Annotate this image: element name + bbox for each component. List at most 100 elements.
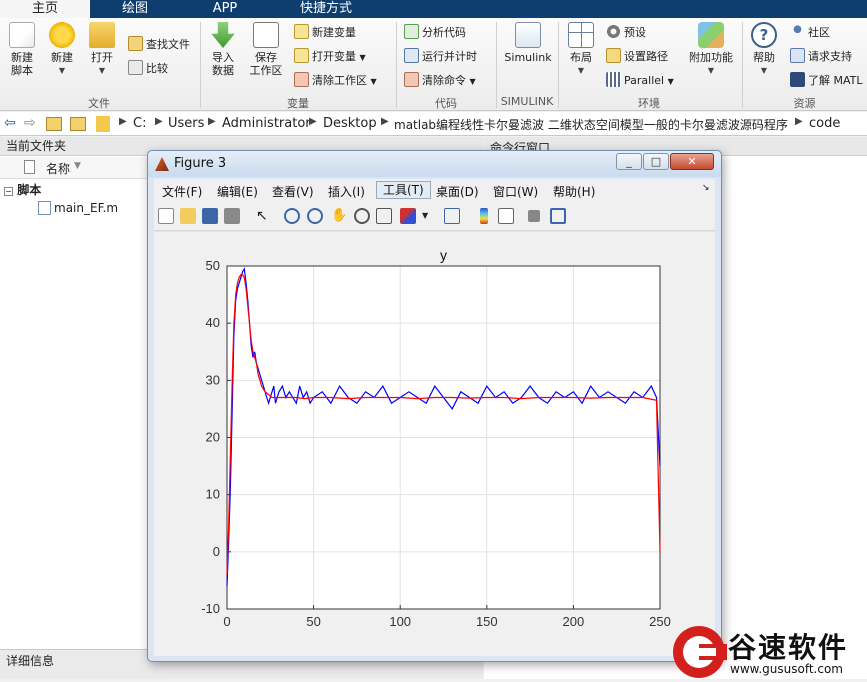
brush-dropdown-icon[interactable]: ▼ xyxy=(422,208,430,224)
save-workspace-icon xyxy=(253,22,279,48)
addons-button[interactable]: 附加功能 ▼ xyxy=(686,22,736,77)
import-label-2: 数据 xyxy=(212,64,234,77)
forward-arrow-icon[interactable]: ⇨ xyxy=(24,115,36,131)
find-files-button[interactable]: 查找文件 xyxy=(128,36,190,54)
line-chart[interactable]: 0 50 100 150 200 250-1001020304050y xyxy=(154,232,715,656)
x-tick-label: 0 xyxy=(223,614,230,629)
run-and-time-icon xyxy=(404,48,419,63)
preferences-button[interactable]: 预设 xyxy=(606,24,646,42)
y-tick-label: 40 xyxy=(206,315,220,330)
menu-edit[interactable]: 编辑(E) xyxy=(217,183,258,200)
simulink-button[interactable]: Simulink xyxy=(502,22,554,64)
link-plot-icon[interactable] xyxy=(444,208,460,224)
save-icon[interactable] xyxy=(202,208,218,224)
back-arrow-icon[interactable]: ⇦ xyxy=(4,115,16,131)
clear-commands-icon xyxy=(404,72,419,87)
breadcrumb-drive[interactable]: C: xyxy=(133,116,146,131)
breadcrumb-code[interactable]: code xyxy=(809,116,840,131)
breadcrumb-project-folder[interactable]: matlab编程线性卡尔曼滤波 二维状态空间模型一般的卡尔曼滤波源码程序 xyxy=(394,116,788,133)
data-cursor-icon[interactable] xyxy=(376,208,392,224)
set-path-icon xyxy=(606,48,621,63)
clear-commands-button[interactable]: 清除命令 ▼ xyxy=(404,72,476,90)
maximize-button[interactable]: □ xyxy=(643,153,669,170)
clear-workspace-button[interactable]: 清除工作区 ▼ xyxy=(294,72,377,90)
save-label-1: 保存 xyxy=(255,51,277,64)
open-dropdown-icon: ▼ xyxy=(98,66,106,75)
pan-hand-icon[interactable]: ✋ xyxy=(331,208,347,224)
pointer-arrow-icon[interactable]: ↖ xyxy=(256,208,272,224)
open-button[interactable]: 打开 ▼ xyxy=(86,22,118,77)
hide-plot-tools-icon[interactable] xyxy=(528,210,540,222)
browse-folder-icon[interactable] xyxy=(70,117,86,131)
help-button[interactable]: ? 帮助 ▼ xyxy=(748,22,780,77)
chart-title: y xyxy=(440,247,447,263)
request-support-button[interactable]: 请求支持 xyxy=(790,48,852,66)
file-type-column-icon[interactable] xyxy=(24,160,35,174)
tab-home[interactable]: 主页 xyxy=(0,0,90,18)
file-row-main-ef[interactable]: main_EF.m xyxy=(38,201,118,215)
new-variable-button[interactable]: 新建变量 xyxy=(294,24,356,42)
new-figure-icon[interactable] xyxy=(158,208,174,224)
breadcrumb-separator-icon: ▶ xyxy=(208,116,216,127)
up-folder-icon[interactable] xyxy=(46,117,62,131)
set-path-button[interactable]: 设置路径 xyxy=(606,48,668,66)
new-script-label-2: 脚本 xyxy=(11,64,33,77)
tab-plots[interactable]: 绘图 xyxy=(90,0,180,18)
file-name-label: main_EF.m xyxy=(54,201,119,215)
sort-down-icon[interactable]: ▼ xyxy=(74,161,81,171)
open-variable-button[interactable]: 打开变量 ▼ xyxy=(294,48,366,66)
tab-shortcuts[interactable]: 快捷方式 xyxy=(270,0,382,18)
show-plot-tools-icon[interactable] xyxy=(550,208,566,224)
rotate-3d-icon[interactable] xyxy=(354,208,370,224)
learn-matlab-icon xyxy=(790,72,805,87)
breadcrumb-separator-icon: ▶ xyxy=(309,116,317,127)
menu-help[interactable]: 帮助(H) xyxy=(553,183,595,200)
community-button[interactable]: 社区 xyxy=(790,24,830,42)
run-and-time-button[interactable]: 运行并计时 xyxy=(404,48,477,66)
breadcrumb-desktop[interactable]: Desktop xyxy=(323,116,377,131)
address-bar: ⇦ ⇨ ▶ C: ▶ Users ▶ Administrator ▶ Deskt… xyxy=(0,112,867,136)
dock-arrow-icon[interactable]: ↘ xyxy=(702,183,710,193)
gususoft-watermark: 谷速软件 www.gususoft.com xyxy=(668,624,867,679)
learn-matlab-label: 了解 MATL xyxy=(808,74,863,87)
tab-apps[interactable]: APP xyxy=(180,0,270,18)
compare-button[interactable]: 比较 xyxy=(128,60,168,78)
print-icon[interactable] xyxy=(224,208,240,224)
menu-desktop[interactable]: 桌面(D) xyxy=(436,183,479,200)
x-tick-label: 50 xyxy=(306,614,320,629)
breadcrumb-administrator[interactable]: Administrator xyxy=(222,116,311,131)
colorbar-icon[interactable] xyxy=(480,208,488,224)
run-and-time-label: 运行并计时 xyxy=(422,50,477,63)
script-group-row[interactable]: − 脚本 xyxy=(4,181,41,198)
breadcrumb-users[interactable]: Users xyxy=(168,116,204,131)
import-data-button[interactable]: 导入 数据 xyxy=(206,22,240,77)
menu-view[interactable]: 查看(V) xyxy=(272,183,314,200)
collapse-icon[interactable]: − xyxy=(4,187,13,196)
clear-workspace-dropdown-icon: ▼ xyxy=(370,77,377,86)
menu-insert[interactable]: 插入(I) xyxy=(328,183,365,200)
analyze-code-button[interactable]: 分析代码 xyxy=(404,24,466,42)
new-script-button[interactable]: 新建 脚本 xyxy=(6,22,38,77)
save-workspace-button[interactable]: 保存 工作区 xyxy=(246,22,286,77)
minimize-button[interactable]: _ xyxy=(616,153,642,170)
menu-file[interactable]: 文件(F) xyxy=(162,183,202,200)
parallel-button[interactable]: Parallel ▼ xyxy=(606,72,674,90)
find-files-icon xyxy=(128,36,143,51)
menu-tools[interactable]: 工具(T) xyxy=(376,181,431,199)
import-arrow-icon xyxy=(211,22,235,48)
brush-icon[interactable] xyxy=(400,208,416,224)
figure-title-bar[interactable]: Figure 3 _ □ ✕ xyxy=(148,151,721,177)
menu-window[interactable]: 窗口(W) xyxy=(493,183,538,200)
layout-button[interactable]: 布局 ▼ xyxy=(564,22,598,77)
open-file-icon[interactable] xyxy=(180,208,196,224)
clear-workspace-icon xyxy=(294,72,309,87)
zoom-out-icon[interactable] xyxy=(307,208,323,224)
learn-matlab-button[interactable]: 了解 MATL xyxy=(790,72,863,90)
new-button[interactable]: 新建 ▼ xyxy=(46,22,78,77)
find-files-label: 查找文件 xyxy=(146,38,190,51)
addons-cubes-icon xyxy=(698,22,724,48)
legend-icon[interactable] xyxy=(498,208,514,224)
close-button[interactable]: ✕ xyxy=(670,153,714,170)
name-column-header[interactable]: 名称 xyxy=(46,160,70,177)
zoom-in-icon[interactable] xyxy=(284,208,300,224)
